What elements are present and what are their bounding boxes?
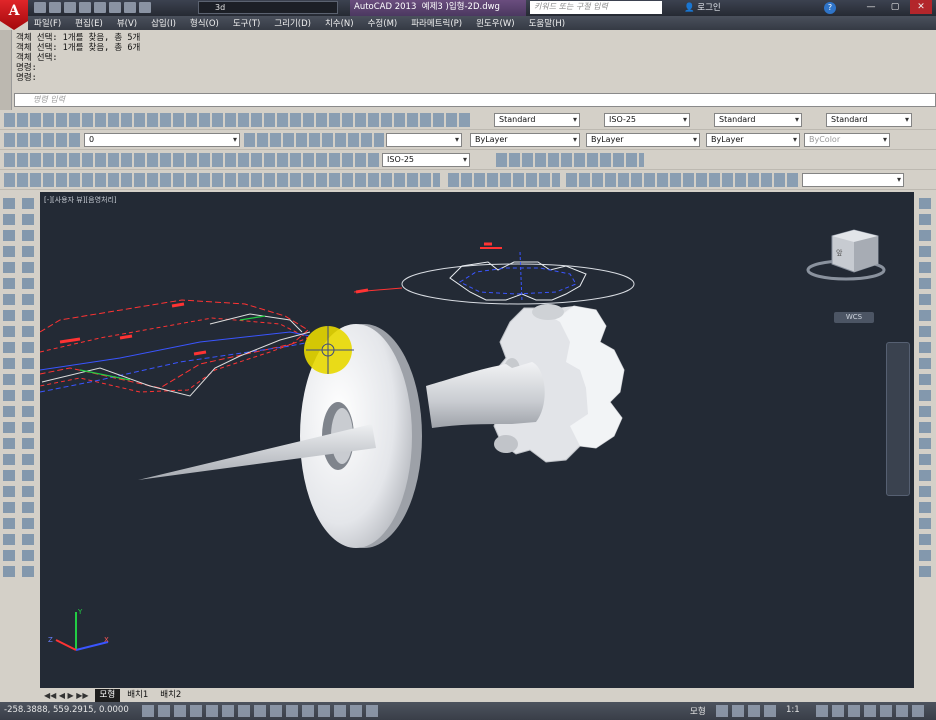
- search-box[interactable]: 키워드 또는 구절 입력: [530, 1, 662, 14]
- redo-icon[interactable]: [124, 2, 136, 13]
- viewcube-face-label[interactable]: 앞: [836, 248, 842, 258]
- more-icon[interactable]: [139, 2, 151, 13]
- menu-view[interactable]: 뷰(V): [117, 17, 137, 29]
- window-title: AutoCAD 2013 예제3 )입형-2D.dwg: [350, 0, 526, 16]
- navigation-bar[interactable]: [886, 342, 910, 496]
- modify-toolbar[interactable]: [22, 198, 34, 578]
- color-select[interactable]: ByLayer: [470, 133, 580, 147]
- menu-edit[interactable]: 편집(E): [75, 17, 103, 29]
- model-drawing: [40, 229, 886, 651]
- neck-solid: [426, 362, 545, 428]
- close-icon[interactable]: ✕: [910, 0, 932, 14]
- standard-toolbar-icons[interactable]: [4, 113, 472, 127]
- toolbar-dimension: ISO-25: [0, 150, 936, 170]
- open-icon[interactable]: [49, 2, 61, 13]
- help-icon[interactable]: ?: [824, 2, 836, 14]
- dimension-toolbar-icons[interactable]: [4, 153, 380, 167]
- viewport-tool-icons[interactable]: [716, 705, 780, 717]
- layer-tool-icons[interactable]: [244, 133, 384, 147]
- profile-wireframe: [40, 299, 311, 397]
- login-button[interactable]: 👤 로그인: [684, 0, 721, 16]
- menu-tools[interactable]: 도구(T): [233, 17, 260, 29]
- model-space-button[interactable]: 모형: [690, 705, 706, 717]
- menu-help[interactable]: 도움말(H): [529, 17, 565, 29]
- drawing-viewport[interactable]: [-][사용자 뷰][음영처리] X Y Z 앞 WCS: [40, 192, 914, 688]
- new-icon[interactable]: [34, 2, 46, 13]
- gear-profile-wireframe: [353, 242, 635, 305]
- view-toolbar-icons[interactable]: [566, 173, 800, 187]
- workspace-selector[interactable]: 3d: [198, 1, 338, 14]
- status-bar: -258.3888, 559.2915, 0.0000 모형 1:1: [0, 702, 936, 720]
- command-history: 객체 선택: 1개를 찾음, 총 5개 객체 선택: 1개를 찾음, 총 6개 …: [16, 33, 141, 83]
- tab-layout2[interactable]: 배치2: [155, 689, 186, 702]
- right-toolbar: [914, 192, 936, 588]
- dim-style-select-2[interactable]: ISO-25: [382, 153, 470, 167]
- viewcube[interactable]: [806, 229, 886, 281]
- dim-style-select[interactable]: ISO-25: [604, 113, 690, 127]
- ucs-z-label: Z: [48, 636, 53, 644]
- menu-file[interactable]: 파일(F): [34, 17, 61, 29]
- menu-parametric[interactable]: 파라메트릭(P): [411, 17, 462, 29]
- coordinates-readout[interactable]: -258.3888, 559.2915, 0.0000: [4, 705, 129, 715]
- status-tray-icons[interactable]: [816, 705, 928, 717]
- named-view-select[interactable]: [386, 133, 462, 147]
- ucs-x-label: X: [104, 636, 109, 644]
- layer-state-icons[interactable]: [4, 133, 82, 147]
- draw-toolbar[interactable]: [3, 198, 15, 578]
- toolbar-standard: Standard ISO-25 Standard Standard: [0, 110, 936, 130]
- wcs-menu[interactable]: WCS: [834, 312, 874, 323]
- text-toolbar-icons[interactable]: [496, 153, 644, 167]
- text-style-select[interactable]: Standard: [494, 113, 580, 127]
- save-icon[interactable]: [64, 2, 76, 13]
- menu-insert[interactable]: 삽입(I): [151, 17, 176, 29]
- minimize-icon[interactable]: —: [860, 0, 882, 14]
- menu-window[interactable]: 윈도우(W): [476, 17, 515, 29]
- command-window: 객체 선택: 1개를 찾음, 총 5개 객체 선택: 1개를 찾음, 총 6개 …: [0, 30, 936, 110]
- ucs-y-label: Y: [78, 608, 83, 616]
- layout-tabs: ◀◀ ◀ ▶ ▶▶ 모형 배치1 배치2: [40, 688, 914, 702]
- annotation-scale[interactable]: 1:1: [786, 705, 800, 715]
- command-input[interactable]: 명령 입력: [14, 93, 936, 107]
- menu-draw[interactable]: 그리기(D): [274, 17, 311, 29]
- plotstyle-select[interactable]: ByColor: [804, 133, 890, 147]
- toolbar-3d: [0, 170, 936, 190]
- multileader-style-select[interactable]: Standard: [826, 113, 912, 127]
- plot-icon[interactable]: [94, 2, 106, 13]
- quick-access-toolbar: [34, 2, 151, 13]
- title-bar: A 3d AutoCAD 2013 예제3 )입형-2D.dwg 키워드 또는 …: [0, 0, 936, 30]
- left-toolbars: [0, 192, 40, 588]
- drafting-settings-icons[interactable]: [142, 705, 378, 717]
- table-style-select[interactable]: Standard: [714, 113, 802, 127]
- save-as-icon[interactable]: [79, 2, 91, 13]
- toolbar-layers: 0 ByLayer ByLayer ByLayer ByColor: [0, 130, 936, 150]
- layer-select[interactable]: 0: [84, 133, 240, 147]
- command-window-handle[interactable]: [0, 30, 12, 110]
- menu-format[interactable]: 형식(O): [190, 17, 219, 29]
- menu-bar: 파일(F) 편집(E) 뷰(V) 삽입(I) 형식(O) 도구(T) 그리기(D…: [28, 16, 936, 30]
- tab-layout1[interactable]: 배치1: [122, 689, 153, 702]
- linetype-select[interactable]: ByLayer: [586, 133, 700, 147]
- lineweight-select[interactable]: ByLayer: [706, 133, 800, 147]
- autocad-logo[interactable]: A: [0, 0, 28, 30]
- right-tool-icons[interactable]: [919, 198, 931, 578]
- menu-modify[interactable]: 수정(M): [368, 17, 398, 29]
- maximize-icon[interactable]: ▢: [884, 0, 906, 14]
- tab-scroll-arrows-icon[interactable]: ◀◀ ◀ ▶ ▶▶: [44, 691, 89, 700]
- view-select[interactable]: [802, 173, 904, 187]
- modeling-toolbar-icons[interactable]: [4, 173, 440, 187]
- menu-dimension[interactable]: 치수(N): [325, 17, 354, 29]
- visual-style-icons[interactable]: [448, 173, 560, 187]
- tab-model[interactable]: 모형: [94, 688, 121, 702]
- ucs-icon: [55, 612, 109, 651]
- undo-icon[interactable]: [109, 2, 121, 13]
